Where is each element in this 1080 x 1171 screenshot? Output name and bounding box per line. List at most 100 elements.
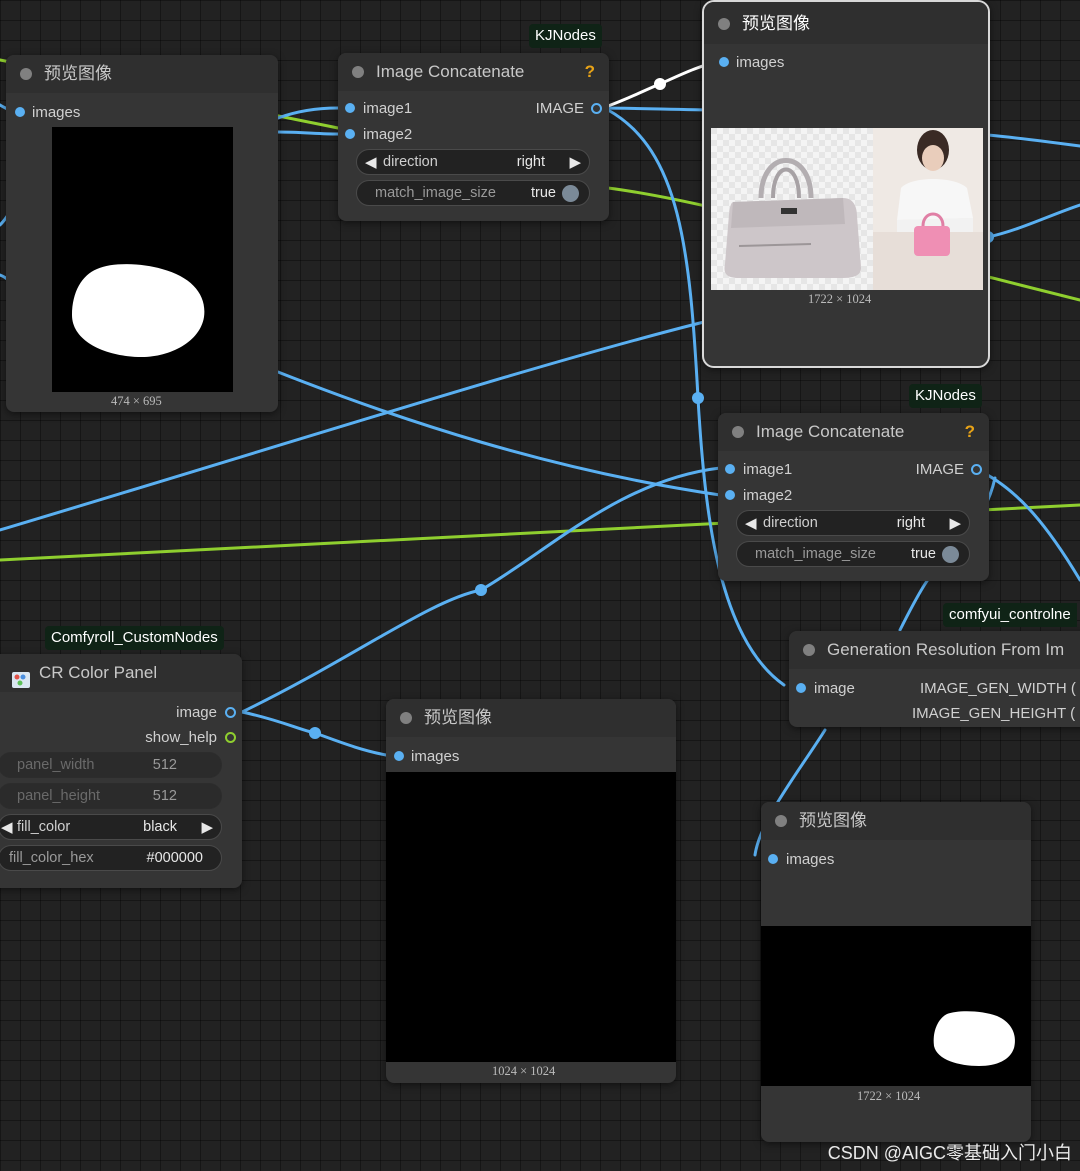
- image-input-label: image: [814, 680, 855, 697]
- mask-blob-image: [933, 1011, 1015, 1066]
- node-source-badge: KJNodes: [909, 384, 982, 408]
- node-title-bar[interactable]: Generation Resolution From Im: [789, 631, 1080, 669]
- match-image-size-value: true: [531, 185, 556, 201]
- node-source-badge: comfyui_controlne: [943, 603, 1077, 627]
- match-image-size-label: match_image_size: [375, 185, 496, 201]
- image-dimensions-label: 474 × 695: [111, 394, 162, 408]
- node-status-dot-icon[interactable]: [718, 18, 730, 30]
- image-output-label: IMAGE: [915, 461, 964, 478]
- node-title-bar[interactable]: 预览图像: [6, 55, 278, 93]
- image-gen-width-output-label: IMAGE_GEN_WIDTH (: [920, 680, 1076, 697]
- generation-resolution-node[interactable]: Generation Resolution From Im image IMAG…: [789, 631, 1080, 727]
- panel-height-widget[interactable]: panel_height 512: [0, 783, 222, 809]
- match-image-size-label: match_image_size: [755, 546, 876, 562]
- cr-color-panel-node[interactable]: CR Color Panel image show_help panel_wid…: [0, 654, 242, 888]
- images-input-slot[interactable]: [768, 854, 778, 864]
- images-input-label: images: [736, 54, 785, 71]
- node-status-dot-icon[interactable]: [352, 66, 364, 78]
- image-output-slot[interactable]: [971, 464, 982, 475]
- images-input-slot[interactable]: [15, 107, 25, 117]
- panel-width-value: 512: [152, 757, 177, 773]
- node-title: Image Concatenate: [376, 62, 525, 81]
- help-question-mark-icon[interactable]: ?: [965, 413, 975, 451]
- node-title: Image Concatenate: [756, 422, 905, 441]
- help-question-mark-icon[interactable]: ?: [585, 53, 595, 91]
- mask-preview-image: [761, 926, 1031, 1086]
- fill-color-value: black: [143, 819, 177, 835]
- image2-input-slot[interactable]: [345, 129, 355, 139]
- image-output-slot[interactable]: [225, 707, 236, 718]
- images-input-label: images: [411, 748, 460, 765]
- image1-input-label: image1: [743, 461, 793, 478]
- panel-height-value: 512: [152, 788, 177, 804]
- node-title-bar[interactable]: 预览图像: [761, 802, 1031, 840]
- images-input-slot[interactable]: [719, 57, 729, 67]
- image-output-label: IMAGE: [535, 100, 584, 117]
- node-status-dot-icon[interactable]: [732, 426, 744, 438]
- node-title-bar[interactable]: Image Concatenate ?: [338, 53, 609, 91]
- node-title: CR Color Panel: [39, 663, 158, 682]
- image2-input-label: image2: [363, 126, 413, 143]
- show-help-output-label: show_help: [145, 729, 217, 746]
- triangle-left-icon[interactable]: ◀: [745, 514, 757, 532]
- bag-and-model-photo: [711, 128, 983, 290]
- node-status-dot-icon[interactable]: [803, 644, 815, 656]
- image-input-slot[interactable]: [796, 683, 806, 693]
- triangle-left-icon[interactable]: ◀: [365, 153, 377, 171]
- palette-icon: [12, 664, 30, 688]
- node-title: 预览图像: [424, 708, 492, 727]
- node-title-bar[interactable]: Image Concatenate ?: [718, 413, 989, 451]
- node-source-badge: KJNodes: [529, 24, 602, 48]
- concatenated-preview-image: [711, 128, 983, 290]
- node-status-dot-icon[interactable]: [20, 68, 32, 80]
- node-title-bar[interactable]: 预览图像: [704, 2, 988, 44]
- direction-value: right: [516, 154, 545, 170]
- image1-input-slot[interactable]: [725, 464, 735, 474]
- match-image-size-toggle[interactable]: match_image_size true: [356, 180, 590, 206]
- match-image-size-toggle[interactable]: match_image_size true: [736, 541, 970, 567]
- preview-image-node-1[interactable]: 预览图像 images 474 × 695: [6, 55, 278, 412]
- image2-input-label: image2: [743, 487, 793, 504]
- fill-color-hex-label: fill_color_hex: [9, 850, 94, 866]
- triangle-right-icon[interactable]: ▶: [569, 153, 581, 171]
- node-source-badge: Comfyroll_CustomNodes: [45, 626, 224, 650]
- node-title: 预览图像: [44, 64, 112, 83]
- fill-color-label: fill_color: [17, 819, 71, 835]
- image2-input-slot[interactable]: [725, 490, 735, 500]
- fill-color-combo-widget[interactable]: ◀ fill_color black ▶: [0, 814, 222, 840]
- direction-value: right: [896, 515, 925, 531]
- toggle-knob-icon[interactable]: [942, 546, 959, 563]
- panel-width-widget[interactable]: panel_width 512: [0, 752, 222, 778]
- fill-color-hex-value: #000000: [146, 850, 203, 866]
- show-help-output-slot[interactable]: [225, 732, 236, 743]
- images-input-label: images: [32, 104, 81, 121]
- preview-image-node-2[interactable]: 预览图像 images 1722 × 1024: [702, 0, 990, 368]
- node-status-dot-icon[interactable]: [775, 815, 787, 827]
- triangle-left-icon[interactable]: ◀: [1, 818, 13, 836]
- images-input-slot[interactable]: [394, 751, 404, 761]
- direction-combo-widget[interactable]: ◀ direction right ▶: [356, 149, 590, 175]
- image-output-label: image: [176, 704, 217, 721]
- node-title-bar[interactable]: 预览图像: [386, 699, 676, 737]
- preview-image-node-3[interactable]: 预览图像 images 1024 × 1024: [386, 699, 676, 1083]
- fill-color-hex-widget[interactable]: fill_color_hex #000000: [0, 845, 222, 871]
- panel-width-label: panel_width: [17, 757, 95, 773]
- preview-image-node-4[interactable]: 预览图像 images 1722 × 1024: [761, 802, 1031, 1142]
- image-dimensions-label: 1722 × 1024: [808, 292, 872, 306]
- direction-combo-widget[interactable]: ◀ direction right ▶: [736, 510, 970, 536]
- image-dimensions-label: 1024 × 1024: [492, 1064, 556, 1078]
- image-concatenate-node-1[interactable]: Image Concatenate ? image1 image2 IMAGE …: [338, 53, 609, 221]
- black-preview-image: [386, 772, 676, 1062]
- node-title-bar[interactable]: CR Color Panel: [0, 654, 242, 692]
- direction-label: direction: [763, 515, 818, 531]
- triangle-right-icon[interactable]: ▶: [949, 514, 961, 532]
- image-concatenate-node-2[interactable]: Image Concatenate ? image1 image2 IMAGE …: [718, 413, 989, 581]
- triangle-right-icon[interactable]: ▶: [201, 818, 213, 836]
- direction-label: direction: [383, 154, 438, 170]
- image1-input-slot[interactable]: [345, 103, 355, 113]
- node-status-dot-icon[interactable]: [400, 712, 412, 724]
- image-output-slot[interactable]: [591, 103, 602, 114]
- images-input-label: images: [786, 851, 835, 868]
- node-title: 预览图像: [742, 14, 810, 33]
- toggle-knob-icon[interactable]: [562, 185, 579, 202]
